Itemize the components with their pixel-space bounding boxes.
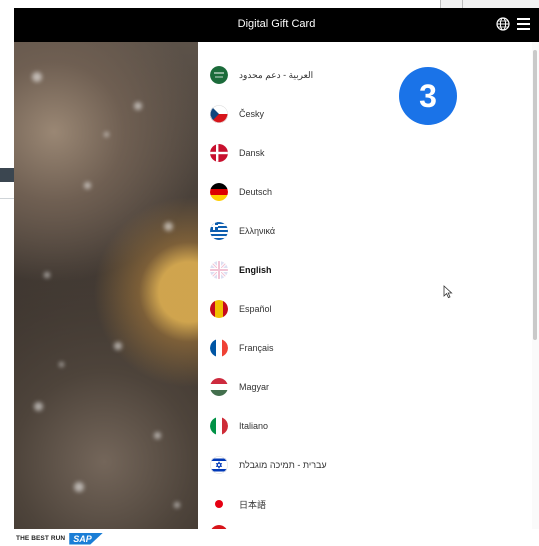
language-selector-panel: العربية - دعم محدود Česky Dansk Deutsch …: [198, 42, 539, 529]
language-label: עברית - תמיכה מוגבלת: [239, 460, 327, 470]
flag-saudi-arabia-icon: [210, 66, 228, 84]
language-list-scrollbar[interactable]: [532, 42, 539, 529]
background-header-strip: [440, 0, 539, 8]
scrollbar-thumb[interactable]: [533, 50, 537, 340]
flag-spain-icon: [210, 300, 228, 318]
language-option-italian[interactable]: Italiano: [210, 416, 268, 436]
background-toolbar: [0, 168, 14, 182]
title-bar: Digital Gift Card: [14, 8, 539, 42]
language-option-french[interactable]: Français: [210, 338, 274, 358]
flag-hungary-icon: [210, 378, 228, 396]
mouse-cursor-icon: [443, 285, 453, 299]
language-option-english[interactable]: English: [210, 260, 272, 280]
language-option-danish[interactable]: Dansk: [210, 143, 265, 163]
language-option-hebrew[interactable]: עברית - תמיכה מוגבלת: [210, 455, 327, 475]
language-label: Français: [239, 343, 274, 353]
language-option-spanish[interactable]: Español: [210, 299, 272, 319]
language-label: Italiano: [239, 421, 269, 431]
flag-partial-icon: [211, 525, 227, 529]
gift-card-window: Digital Gift Card العربية - دعم محدود Če…: [14, 8, 539, 529]
flag-czech-icon: [210, 105, 228, 123]
language-option-german[interactable]: Deutsch: [210, 182, 272, 202]
language-label: English: [239, 265, 272, 275]
app-title: Digital Gift Card: [237, 18, 316, 30]
background-divider: [0, 198, 14, 199]
globe-icon[interactable]: [496, 17, 510, 31]
flag-japan-icon: [210, 495, 228, 513]
language-label: Deutsch: [239, 187, 273, 197]
hamburger-menu-icon[interactable]: [517, 18, 530, 30]
flag-denmark-icon: [210, 144, 228, 162]
flag-israel-icon: [210, 456, 228, 474]
language-option-arabic[interactable]: العربية - دعم محدود: [210, 65, 313, 85]
language-option-hungarian[interactable]: Magyar: [210, 377, 269, 397]
language-label: Česky: [239, 109, 265, 119]
step-number-badge: 3: [399, 67, 457, 125]
flag-uk-icon: [210, 261, 228, 279]
flag-greece-icon: [210, 222, 228, 240]
language-label: العربية - دعم محدود: [239, 69, 314, 80]
flag-germany-icon: [210, 183, 228, 201]
sap-logo: SAP: [69, 532, 104, 545]
language-label: 日本語: [239, 499, 267, 510]
language-label: Ελληνικά: [239, 226, 276, 236]
language-option-czech[interactable]: Česky: [210, 104, 264, 124]
flag-italy-icon: [210, 417, 228, 435]
language-label: Dansk: [239, 148, 265, 158]
gift-card-photo: [14, 42, 198, 529]
language-option-next-partial[interactable]: [210, 524, 228, 529]
footer-tagline: THE BEST RUN: [16, 535, 66, 542]
language-label: Español: [239, 304, 272, 314]
flag-france-icon: [210, 339, 228, 357]
language-label: Magyar: [239, 382, 270, 392]
footer-branding: THE BEST RUN SAP: [16, 531, 104, 546]
background-page: [0, 0, 14, 546]
language-option-greek[interactable]: Ελληνικά: [210, 221, 275, 241]
language-option-japanese[interactable]: 日本語: [210, 494, 266, 514]
